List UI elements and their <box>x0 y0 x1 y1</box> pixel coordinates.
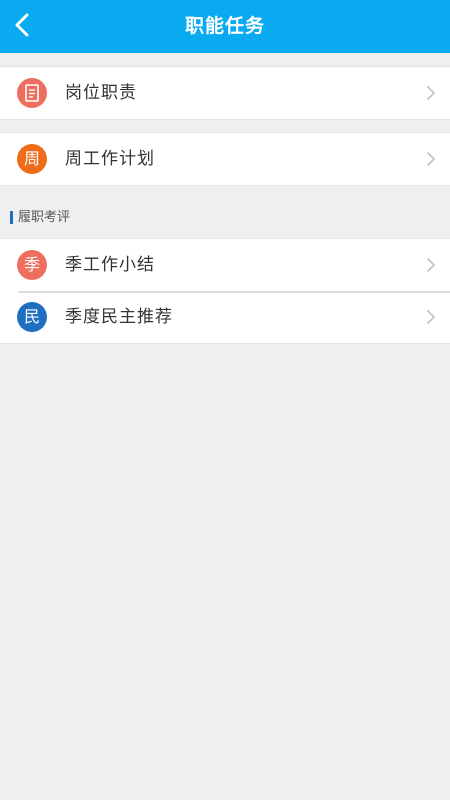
group-weekly-plan: 周 周工作计划 <box>0 132 450 186</box>
list-item-label: 周工作计划 <box>65 149 155 169</box>
week-icon: 周 <box>17 144 47 174</box>
chevron-right-icon <box>426 257 436 273</box>
list-item-democratic-recommendation[interactable]: 民 季度民主推荐 <box>0 291 450 343</box>
chevron-right-icon <box>426 85 436 101</box>
group-job-duties: 岗位职责 <box>0 66 450 120</box>
chevron-right-icon <box>426 151 436 167</box>
section-title: 履职考评 <box>18 210 71 225</box>
list-item-label: 季度民主推荐 <box>65 307 173 327</box>
quarter-icon: 季 <box>17 250 47 280</box>
section-accent-bar <box>10 211 13 224</box>
list-item-job-duties[interactable]: 岗位职责 <box>0 67 450 119</box>
democratic-icon: 民 <box>17 302 47 332</box>
list-item-weekly-plan[interactable]: 周 周工作计划 <box>0 133 450 185</box>
list-item-label: 岗位职责 <box>65 83 137 103</box>
list-item-label: 季工作小结 <box>65 255 155 275</box>
list-item-quarterly-summary[interactable]: 季 季工作小结 <box>0 239 450 291</box>
page-title: 职能任务 <box>184 15 265 37</box>
chevron-right-icon <box>426 309 436 325</box>
group-performance-review: 季 季工作小结 民 季度民主推荐 <box>0 238 450 344</box>
document-icon <box>17 78 47 108</box>
app-header: 职能任务 <box>0 0 450 53</box>
